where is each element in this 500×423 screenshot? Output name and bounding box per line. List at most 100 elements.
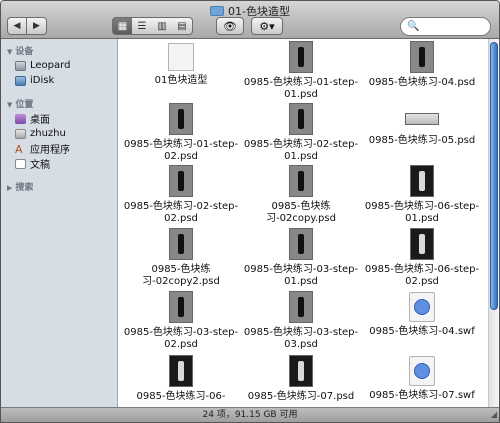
file-item[interactable]: 0985-色块练习-06-: [123, 355, 239, 403]
status-bar: 24 项，91.15 GB 可用 ◢: [1, 407, 499, 422]
desktop-icon: [15, 113, 26, 124]
image-thumbnail[interactable]: [405, 113, 439, 125]
file-name-label: 0985-色块练习-02copy.psd: [266, 201, 336, 224]
disk-icon: [15, 60, 26, 71]
file-name-label: 0985-色块练习-06-step-02.psd: [364, 264, 480, 287]
sidebar-item-leopard[interactable]: Leopard: [1, 58, 117, 73]
disclosure-triangle-icon[interactable]: ▶: [7, 184, 12, 192]
file-item[interactable]: 0985-色块练习-03-step-02.psd: [123, 291, 239, 351]
action-menu-button[interactable]: ⚙▾: [251, 17, 283, 35]
flash-logo-icon: [414, 363, 430, 379]
sidebar-section-places[interactable]: ▼ 位置: [1, 94, 117, 111]
sidebar-item-label: Leopard: [30, 60, 71, 71]
flash-file-icon[interactable]: [409, 356, 435, 386]
documents-icon: [15, 158, 26, 169]
file-name-label: 0985-色块练习-01-step-02.psd: [123, 139, 239, 162]
file-item[interactable]: 0985-色块练习-01-step-02.psd: [123, 103, 239, 163]
figure-silhouette: [178, 171, 184, 191]
sidebar-section-devices[interactable]: ▼ 设备: [1, 41, 117, 58]
column-view-icon: ▥: [157, 20, 167, 32]
file-name-label: 0985-色块练习-07.psd: [247, 391, 355, 402]
image-thumbnail[interactable]: [169, 165, 193, 197]
disclosure-triangle-icon[interactable]: ▼: [7, 48, 12, 56]
forward-button[interactable]: ▶: [27, 17, 47, 35]
figure-silhouette: [298, 234, 304, 254]
back-button[interactable]: ◀: [7, 17, 27, 35]
search-field[interactable]: 🔍: [400, 17, 494, 36]
image-thumbnail[interactable]: [289, 165, 313, 197]
file-name-label: 0985-色块练习-06-: [136, 391, 226, 402]
file-item[interactable]: 0985-色块练习-06-step-01.psd: [364, 165, 480, 225]
disclosure-triangle-icon[interactable]: ▼: [7, 101, 12, 109]
file-item[interactable]: 0985-色块练习-02-step-01.psd: [243, 103, 359, 163]
search-input[interactable]: [423, 21, 494, 32]
file-icon-grid: 01色块造型 0985-色块练习-01-step-01.psd 0985-色块练习-…: [119, 39, 488, 407]
image-thumbnail[interactable]: [289, 355, 313, 387]
sidebar: ▼ 设备 Leopard iDisk ▼ 位置 桌面 zhuzhu A 应用程序 文稿…: [1, 39, 118, 407]
sidebar-section-search[interactable]: ▶ 搜索: [1, 177, 117, 194]
image-thumbnail[interactable]: [410, 41, 434, 73]
document-icon[interactable]: [168, 43, 194, 71]
home-icon: [15, 128, 26, 139]
flash-logo-icon: [414, 299, 430, 315]
column-view-button[interactable]: ▥: [152, 17, 173, 35]
file-name-label: 0985-色块练习-03-step-01.psd: [243, 264, 359, 287]
section-label: 搜索: [15, 183, 34, 193]
list-view-button[interactable]: ☰: [132, 17, 153, 35]
idisk-icon: [15, 75, 26, 86]
search-icon: 🔍: [407, 21, 420, 32]
scrollbar-thumb[interactable]: [490, 42, 498, 310]
image-thumbnail[interactable]: [169, 355, 193, 387]
status-text: 24 项，91.15 GB 可用: [202, 410, 298, 420]
sidebar-item-idisk[interactable]: iDisk: [1, 73, 117, 88]
icon-view-button[interactable]: ▦: [112, 17, 133, 35]
image-thumbnail[interactable]: [289, 228, 313, 260]
file-item[interactable]: 0985-色块练习-04.psd: [364, 41, 480, 89]
vertical-scrollbar[interactable]: [488, 39, 499, 407]
resize-grip-icon[interactable]: ◢: [491, 407, 497, 422]
file-item[interactable]: 0985-色块练习-05.psd: [364, 103, 480, 147]
image-thumbnail[interactable]: [169, 228, 193, 260]
coverflow-view-button[interactable]: ▤: [172, 17, 193, 35]
image-thumbnail[interactable]: [410, 228, 434, 260]
figure-silhouette: [298, 361, 304, 381]
sidebar-item-home[interactable]: zhuzhu: [1, 126, 117, 141]
sidebar-item-documents[interactable]: 文稿: [1, 156, 117, 171]
file-item[interactable]: 0985-色块练习-04.swf: [364, 291, 480, 338]
file-name-label: 0985-色块练习-01-step-01.psd: [243, 77, 359, 100]
section-label: 设备: [15, 47, 34, 57]
file-item[interactable]: 0985-色块练习-02copy2.psd: [123, 228, 239, 288]
titlebar: 01-色块造型 ◀ ▶ ▦ ☰ ▥ ▤ 👁 ⚙▾ 🔍: [1, 1, 499, 39]
eye-icon: 👁: [223, 19, 237, 33]
file-item[interactable]: 0985-色块练习-03-step-01.psd: [243, 228, 359, 288]
figure-silhouette: [298, 297, 304, 317]
image-thumbnail[interactable]: [169, 103, 193, 135]
file-item[interactable]: 0985-色块练习-02-step-02.psd: [123, 165, 239, 225]
image-thumbnail[interactable]: [289, 41, 313, 73]
figure-silhouette: [178, 361, 184, 381]
sidebar-item-label: zhuzhu: [30, 128, 66, 139]
image-thumbnail[interactable]: [169, 291, 193, 323]
file-item[interactable]: 0985-色块练习-07.swf: [364, 355, 480, 402]
file-name-label: 01色块造型: [154, 75, 208, 86]
file-item[interactable]: 0985-色块练习-03-step-03.psd: [243, 291, 359, 351]
file-name-label: 0985-色块练习-07.swf: [369, 390, 475, 401]
gear-icon: ⚙▾: [259, 19, 275, 33]
figure-silhouette: [419, 234, 425, 254]
flash-file-icon[interactable]: [409, 292, 435, 322]
quicklook-button[interactable]: 👁: [216, 17, 244, 35]
figure-silhouette: [178, 234, 184, 254]
image-thumbnail[interactable]: [289, 291, 313, 323]
file-item[interactable]: 01色块造型: [123, 41, 239, 87]
file-item[interactable]: 0985-色块练习-07.psd: [243, 355, 359, 403]
file-name-label: 0985-色块练习-03-step-03.psd: [243, 327, 359, 350]
file-item[interactable]: 0985-色块练习-02copy.psd: [243, 165, 359, 225]
image-thumbnail[interactable]: [410, 165, 434, 197]
sidebar-item-desktop[interactable]: 桌面: [1, 111, 117, 126]
file-item[interactable]: 0985-色块练习-06-step-02.psd: [364, 228, 480, 288]
file-item[interactable]: 0985-色块练习-01-step-01.psd: [243, 41, 359, 101]
back-arrow-icon: ◀: [13, 21, 21, 31]
sidebar-item-applications[interactable]: A 应用程序: [1, 141, 117, 157]
image-thumbnail[interactable]: [289, 103, 313, 135]
list-view-icon: ☰: [137, 20, 147, 32]
